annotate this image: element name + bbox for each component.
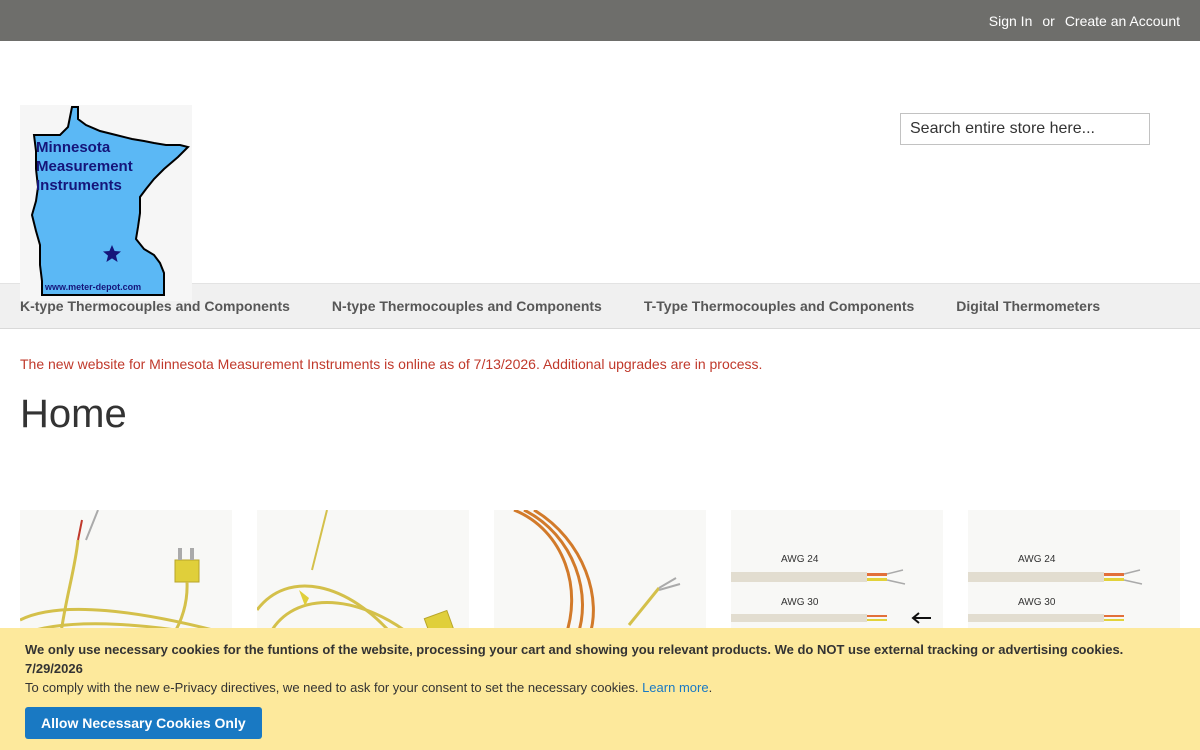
cookie-banner: We only use necessary cookies for the fu…: [0, 628, 1200, 750]
product-image-3[interactable]: [494, 510, 706, 640]
nav-item-n-type[interactable]: N-type Thermocouples and Components: [332, 298, 602, 314]
store-logo[interactable]: Minnesota Measurement Instruments www.me…: [20, 105, 192, 301]
learn-more-link[interactable]: Learn more: [642, 680, 708, 695]
cookie-date: 7/29/2026: [25, 661, 83, 676]
allow-cookies-button[interactable]: Allow Necessary Cookies Only: [25, 707, 262, 739]
product-image-1[interactable]: [20, 510, 232, 640]
wire-label-awg24: AWG 24: [781, 554, 819, 565]
search-input[interactable]: [900, 113, 1150, 145]
create-account-link[interactable]: Create an Account: [1065, 13, 1180, 29]
product-grid: AWG 24 AWG 30 AWG 24 AWG 30: [20, 510, 1180, 640]
cookie-consent-text: To comply with the new e-Privacy directi…: [25, 680, 713, 695]
product-image-4[interactable]: AWG 24 AWG 30: [731, 510, 943, 640]
cookie-message: We only use necessary cookies for the fu…: [25, 642, 1124, 657]
nav-item-t-type[interactable]: T-Type Thermocouples and Components: [644, 298, 914, 314]
wire-label-awg30: AWG 30: [781, 597, 819, 608]
top-bar: Sign In or Create an Account: [0, 0, 1200, 41]
or-separator: or: [1042, 12, 1055, 29]
logo-text-line3: Instruments: [36, 177, 122, 194]
logo-text-line1: Minnesota: [36, 139, 111, 156]
site-notice: The new website for Minnesota Measuremen…: [20, 356, 763, 372]
nav-item-digital-thermometers[interactable]: Digital Thermometers: [956, 298, 1100, 314]
product-image-5[interactable]: AWG 24 AWG 30: [968, 510, 1180, 640]
logo-url: www.meter-depot.com: [44, 282, 141, 292]
wire-label-awg24: AWG 24: [1018, 554, 1056, 565]
wire-label-awg30: AWG 30: [1018, 597, 1056, 608]
header: Minnesota Measurement Instruments www.me…: [0, 41, 1200, 301]
product-image-2[interactable]: [257, 510, 469, 640]
cookie-consent-sentence: To comply with the new e-Privacy directi…: [25, 680, 639, 695]
logo-text-line2: Measurement: [36, 158, 133, 175]
page-title: Home: [20, 392, 127, 436]
sign-in-link[interactable]: Sign In: [989, 13, 1033, 29]
